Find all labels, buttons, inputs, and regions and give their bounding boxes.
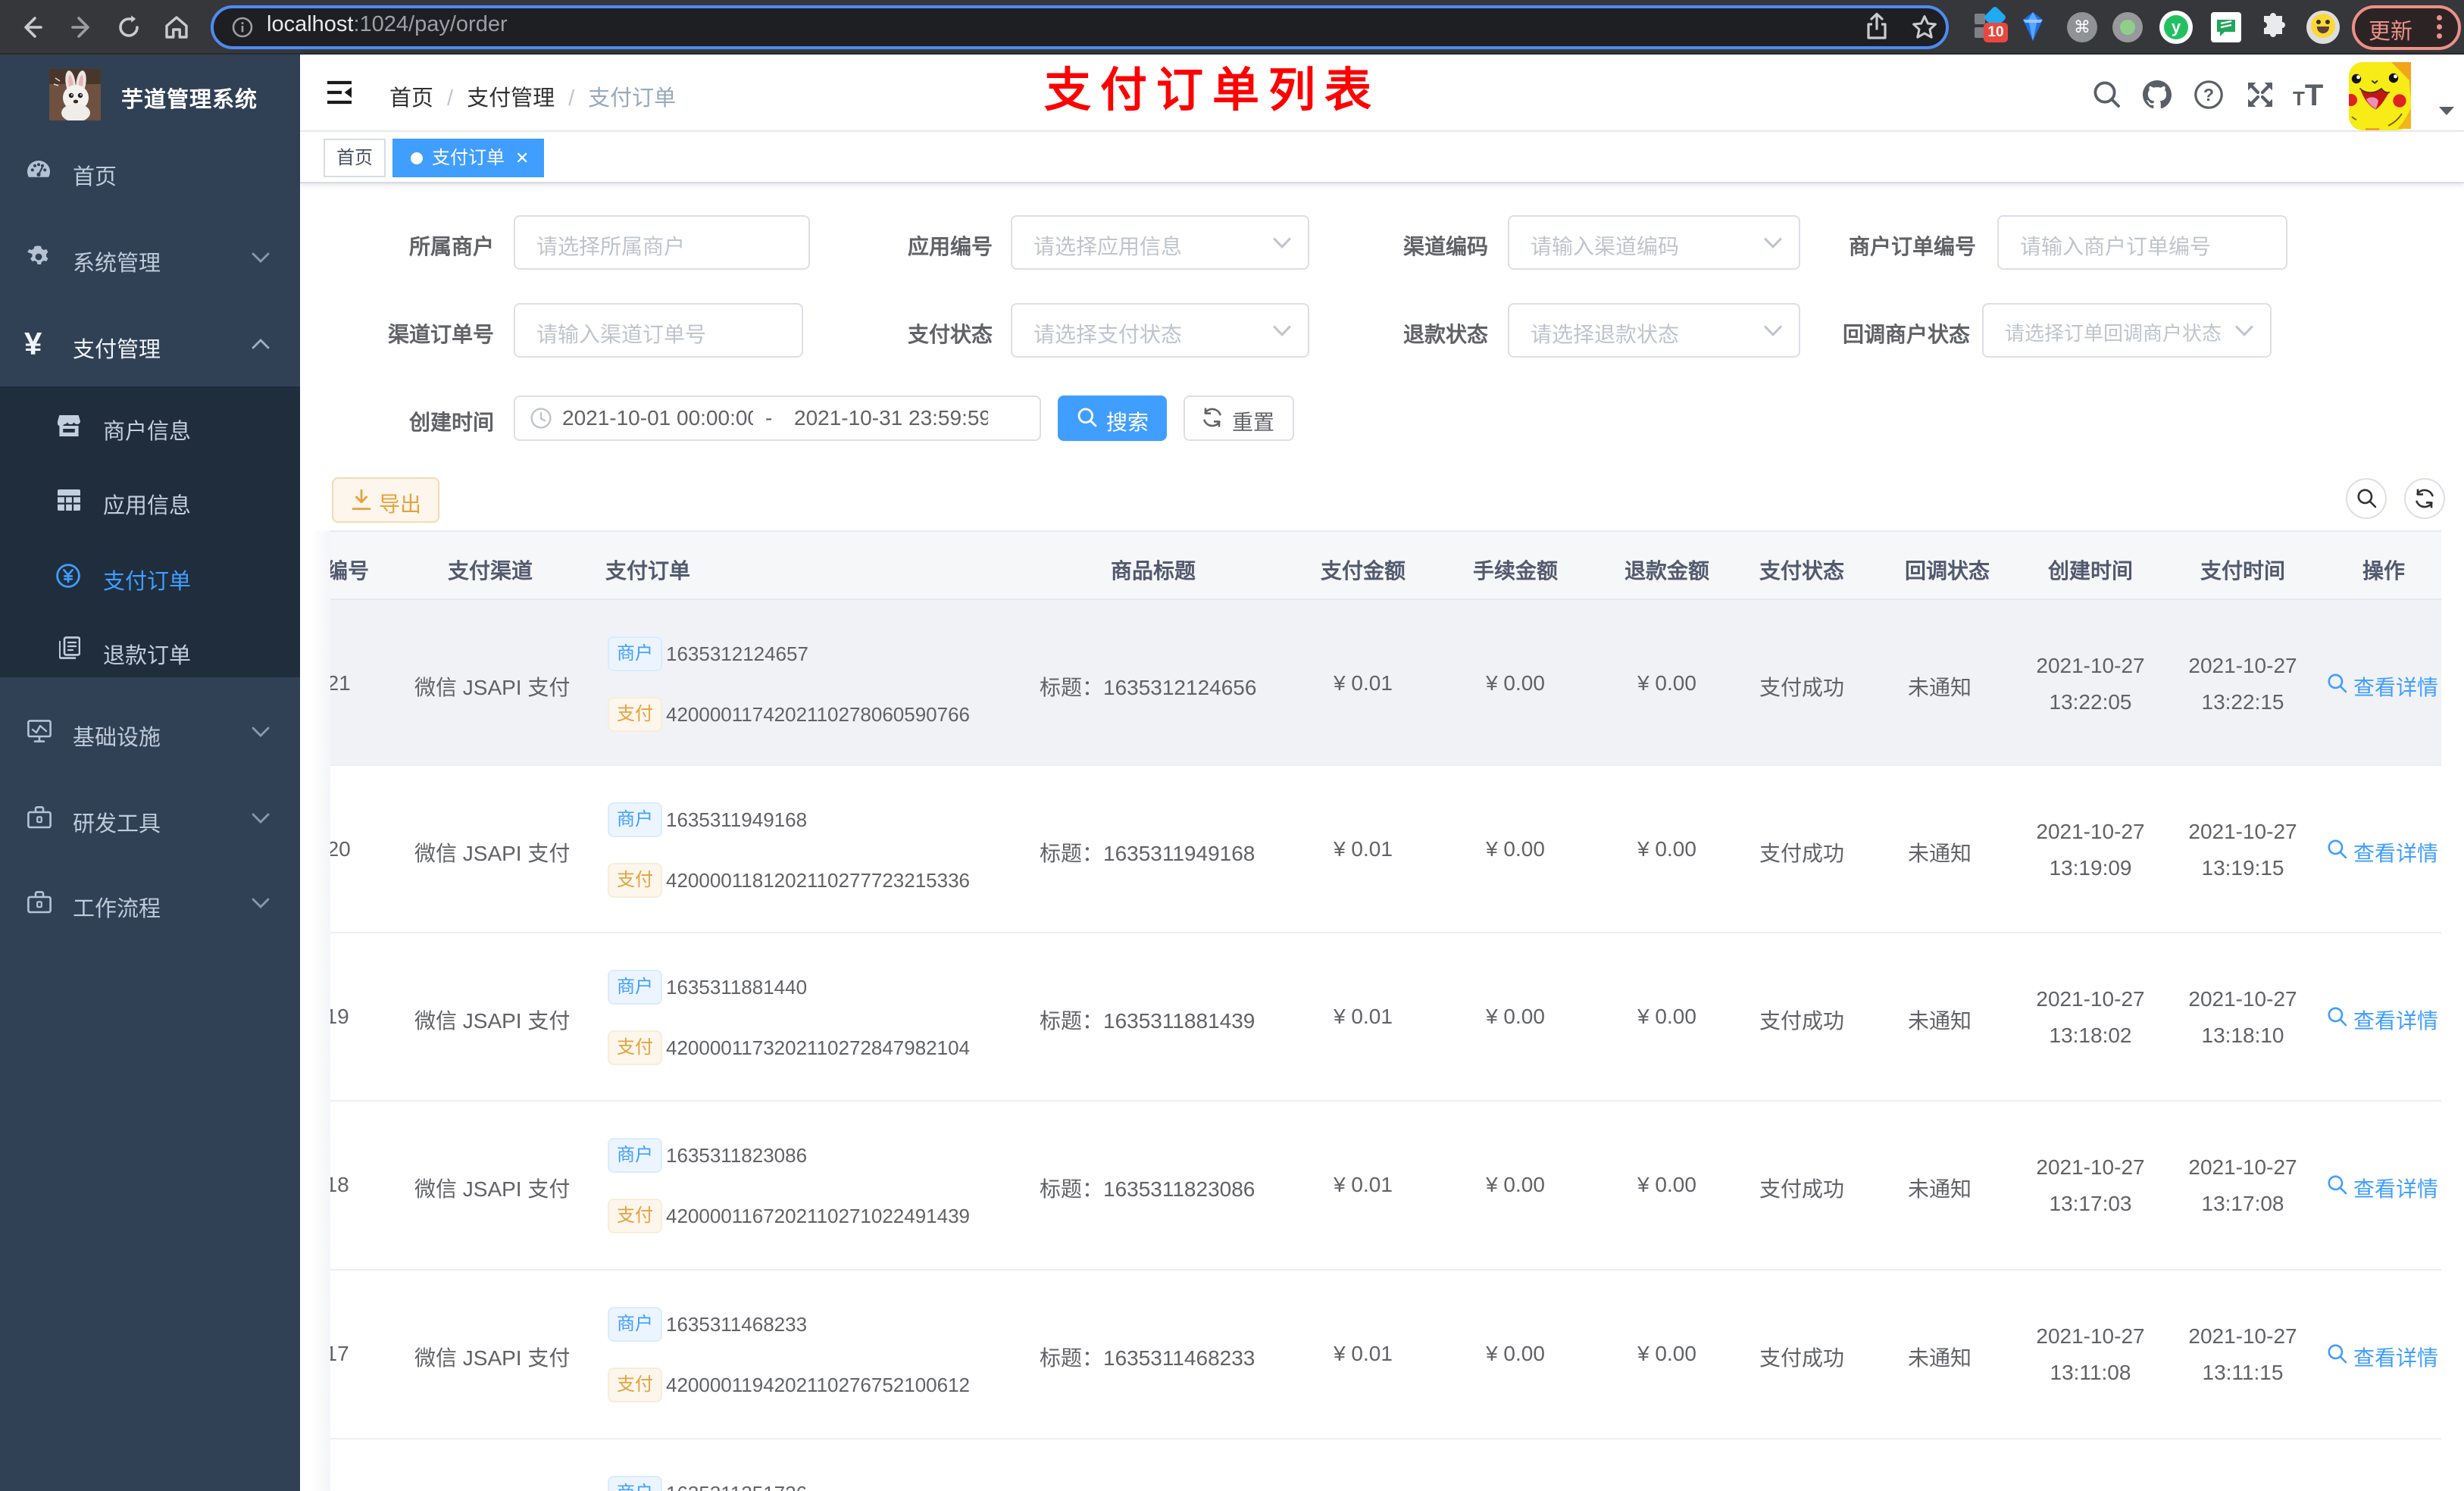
- svg-text:?: ?: [2203, 85, 2214, 105]
